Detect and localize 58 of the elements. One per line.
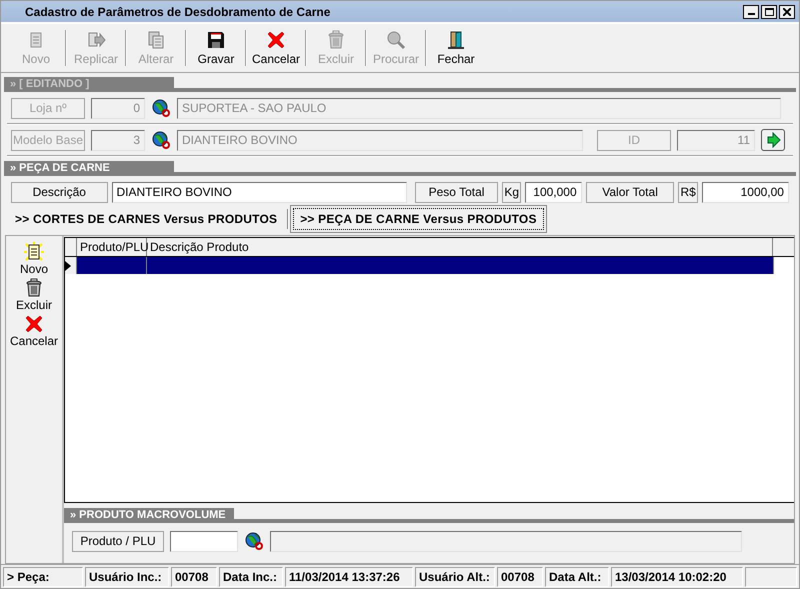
status-text: 00708 bbox=[171, 567, 217, 587]
description-field[interactable]: DIANTEIRO BOVINO bbox=[112, 182, 407, 202]
x-icon bbox=[266, 30, 286, 50]
field-label: ID bbox=[597, 130, 671, 150]
toolbar-button[interactable]: Fechar bbox=[427, 26, 485, 70]
side-action-button[interactable]: Novo bbox=[20, 242, 48, 276]
unit-label: Kg bbox=[502, 182, 522, 202]
minimize-icon bbox=[748, 13, 754, 15]
status-text: Usuário Inc.: bbox=[85, 567, 169, 587]
section-header: » [ EDITANDO ] bbox=[4, 77, 174, 92]
product-code-field[interactable] bbox=[170, 530, 238, 552]
side-action-button[interactable]: Excluir bbox=[16, 278, 52, 312]
row-header-cell[interactable] bbox=[65, 257, 77, 274]
x-icon bbox=[24, 314, 44, 334]
field-label: Produto / PLU bbox=[72, 530, 164, 552]
field-label: Loja nº bbox=[11, 98, 85, 118]
door-icon bbox=[446, 30, 466, 50]
status-text: Data Inc.: bbox=[219, 567, 283, 587]
minimize-button[interactable] bbox=[743, 4, 759, 18]
field-label: Descrição bbox=[11, 182, 108, 202]
tab[interactable]: >> CORTES DE CARNES Versus PRODUTOS bbox=[9, 209, 284, 229]
arrow-right-icon bbox=[765, 132, 781, 148]
close-button[interactable] bbox=[779, 4, 795, 18]
window-title: Cadastro de Parâmetros de Desdobramento de Carne bbox=[25, 4, 332, 18]
close-icon bbox=[783, 8, 791, 16]
side-action-button[interactable]: Cancelar bbox=[10, 314, 58, 348]
status-text: 11/03/2014 13:37:26 bbox=[285, 567, 413, 587]
maximize-icon bbox=[764, 8, 774, 16]
number-field[interactable]: 1000,00 bbox=[702, 182, 789, 202]
unit-label: R$ bbox=[678, 182, 698, 202]
column-header[interactable]: Descrição Produto bbox=[147, 238, 773, 256]
trash-can-icon bbox=[24, 278, 44, 298]
column-header[interactable]: Produto/PLU bbox=[77, 238, 147, 256]
magnifier-icon bbox=[386, 30, 406, 50]
toolbar-button[interactable]: Cancelar bbox=[247, 26, 305, 70]
status-text: Usuário Alt.: bbox=[415, 567, 495, 587]
globe-search-icon[interactable] bbox=[151, 98, 171, 118]
globe-search-icon[interactable] bbox=[244, 531, 264, 551]
status-text: 00708 bbox=[497, 567, 543, 587]
documents-icon bbox=[146, 30, 166, 50]
document-icon bbox=[24, 242, 44, 262]
status-text: 13/03/2014 10:02:20 bbox=[611, 567, 743, 587]
field-label: Valor Total bbox=[586, 182, 674, 202]
section-header: » PRODUTO MACROVOLUME bbox=[64, 508, 234, 523]
section-header: » PEÇA DE CARNE bbox=[4, 161, 174, 176]
status-text: Data Alt.: bbox=[545, 567, 609, 587]
toolbar-button[interactable]: Gravar bbox=[187, 26, 245, 70]
document-arrow-icon bbox=[86, 30, 106, 50]
product-name-field[interactable] bbox=[270, 530, 742, 552]
status-text: > Peça: bbox=[3, 567, 83, 587]
globe-search-icon[interactable] bbox=[151, 130, 171, 150]
tab[interactable]: >> PEÇA DE CARNE Versus PRODUTOS bbox=[293, 208, 544, 230]
number-field[interactable]: 100,000 bbox=[525, 182, 582, 202]
maximize-button[interactable] bbox=[761, 4, 777, 18]
field-label: Modelo Base bbox=[11, 130, 85, 150]
trash-can-icon bbox=[326, 30, 346, 50]
field-label: Peso Total bbox=[415, 182, 498, 202]
next-button[interactable] bbox=[761, 129, 785, 151]
